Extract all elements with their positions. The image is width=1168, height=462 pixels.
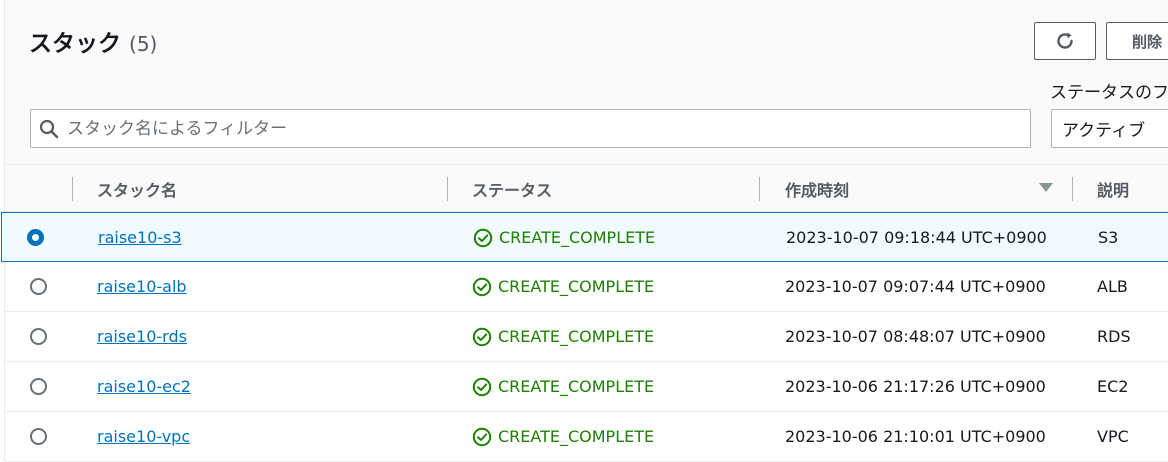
title-text: スタック: [29, 31, 121, 57]
delete-button[interactable]: 削除: [1106, 22, 1168, 60]
refresh-button[interactable]: [1034, 22, 1096, 60]
description: RDS: [1097, 327, 1131, 346]
search-icon: [31, 109, 67, 148]
status-cell: CREATE_COMPLETE: [472, 312, 654, 361]
status-text: CREATE_COMPLETE: [498, 327, 655, 346]
row-radio-selected[interactable]: [27, 229, 44, 246]
success-check-icon: [473, 228, 493, 247]
column-divider[interactable]: [759, 177, 760, 201]
row-radio[interactable]: [30, 328, 47, 345]
status-cell: CREATE_COMPLETE: [472, 412, 654, 461]
status-text: CREATE_COMPLETE: [499, 228, 656, 247]
stack-count: (5): [129, 32, 158, 56]
stack-name-link[interactable]: raise10-vpc: [97, 427, 190, 446]
description: VPC: [1097, 427, 1129, 446]
success-check-icon: [472, 377, 492, 396]
column-divider: [72, 177, 73, 201]
table-row[interactable]: raise10-s3 CREATE_COMPLETE 2023-10-07 09…: [1, 212, 1168, 262]
description: EC2: [1097, 377, 1129, 396]
status-text: CREATE_COMPLETE: [498, 427, 655, 446]
stack-name-link[interactable]: raise10-alb: [97, 277, 187, 296]
created-time: 2023-10-07 08:48:07 UTC+0900: [785, 327, 1046, 346]
row-radio[interactable]: [30, 278, 47, 295]
table-row[interactable]: raise10-rds CREATE_COMPLETE 2023-10-07 0…: [5, 312, 1168, 362]
success-check-icon: [472, 327, 492, 346]
status-text: CREATE_COMPLETE: [498, 377, 655, 396]
row-radio[interactable]: [30, 428, 47, 445]
table-row[interactable]: raise10-ec2 CREATE_COMPLETE 2023-10-06 2…: [5, 362, 1168, 412]
search-input[interactable]: [67, 110, 1030, 147]
column-header-created[interactable]: 作成時刻: [785, 165, 849, 213]
stack-name-link[interactable]: raise10-s3: [98, 228, 182, 247]
success-check-icon: [472, 277, 492, 296]
description: ALB: [1097, 277, 1128, 296]
created-time: 2023-10-07 09:07:44 UTC+0900: [785, 277, 1046, 296]
delete-label: 削除: [1132, 32, 1163, 51]
search-box[interactable]: [30, 109, 1031, 148]
created-time: 2023-10-06 21:17:26 UTC+0900: [785, 377, 1046, 396]
table-header: スタック名 ステータス 作成時刻 説明: [5, 164, 1168, 212]
success-check-icon: [472, 427, 492, 446]
column-header-stack-name[interactable]: スタック名: [97, 165, 177, 213]
created-time: 2023-10-07 09:18:44 UTC+0900: [786, 228, 1047, 247]
status-cell: CREATE_COMPLETE: [472, 262, 654, 311]
stacks-panel: スタック (5) 削除 ステータスのフ アクティブ: [1, 0, 1168, 462]
page-title: スタック (5): [29, 24, 157, 58]
status-select[interactable]: アクティブ: [1051, 109, 1168, 148]
row-radio[interactable]: [30, 378, 47, 395]
status-select-value: アクティブ: [1062, 121, 1146, 141]
status-filter-label: ステータスのフ: [1050, 83, 1168, 103]
table-row[interactable]: raise10-vpc CREATE_COMPLETE 2023-10-06 2…: [5, 412, 1168, 462]
refresh-icon: [1057, 32, 1073, 49]
description: S3: [1098, 228, 1119, 247]
column-header-status[interactable]: ステータス: [472, 165, 552, 213]
column-divider[interactable]: [1072, 177, 1073, 201]
sort-descending-icon[interactable]: [1039, 183, 1053, 192]
panel-header: スタック (5) 削除 ステータスのフ アクティブ: [5, 0, 1168, 164]
stack-name-link[interactable]: raise10-rds: [97, 327, 187, 346]
column-divider[interactable]: [447, 177, 448, 201]
created-time: 2023-10-06 21:10:01 UTC+0900: [785, 427, 1046, 446]
status-cell: CREATE_COMPLETE: [473, 213, 655, 262]
table-row[interactable]: raise10-alb CREATE_COMPLETE 2023-10-07 0…: [5, 262, 1168, 312]
column-header-description[interactable]: 説明: [1097, 165, 1129, 213]
stack-name-link[interactable]: raise10-ec2: [97, 377, 191, 396]
status-text: CREATE_COMPLETE: [498, 277, 655, 296]
status-cell: CREATE_COMPLETE: [472, 362, 654, 411]
